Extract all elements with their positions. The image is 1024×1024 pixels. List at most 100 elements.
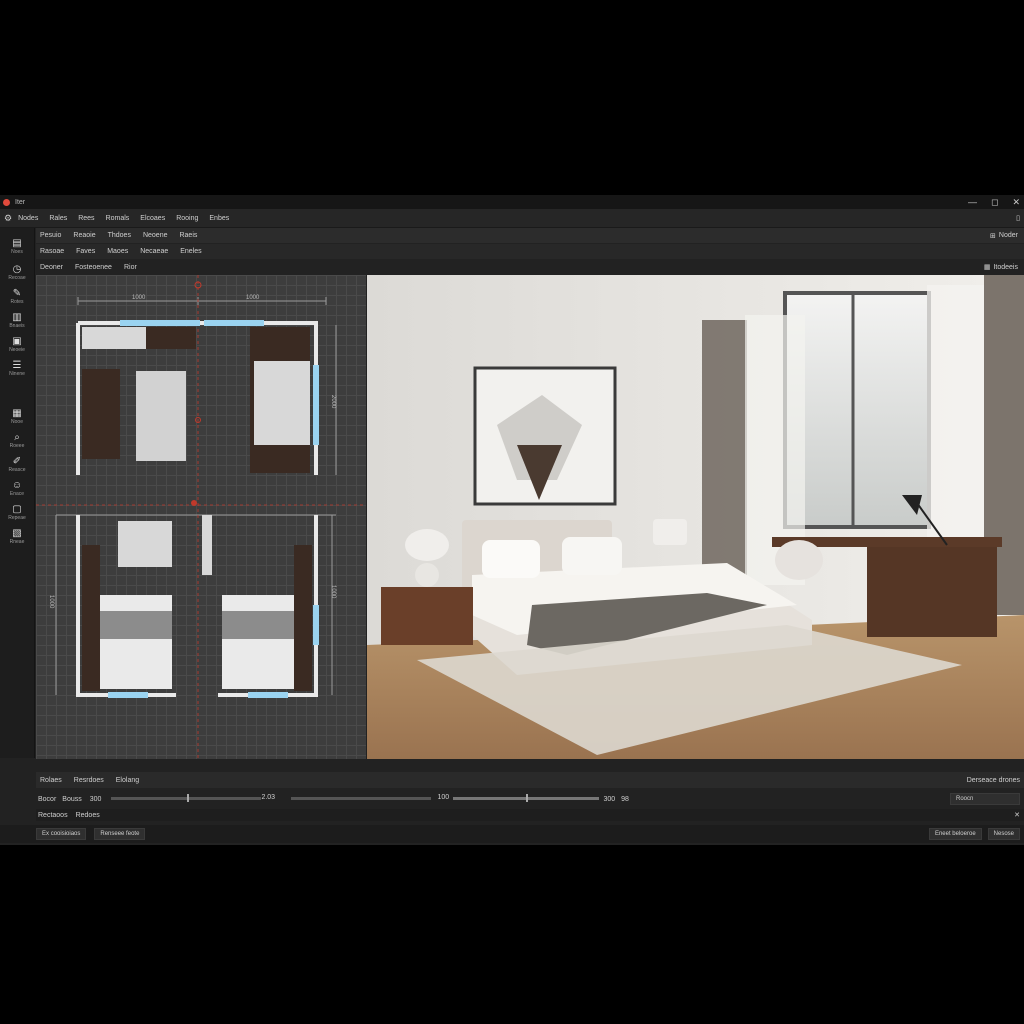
rail-label: Reasce — [8, 467, 26, 473]
slider-track-1 — [111, 797, 262, 800]
maximize-button[interactable]: ◻ — [991, 197, 998, 208]
bottom-tab-bar: Rolaes Resrdoes Elolang Derseace drones — [36, 772, 1024, 788]
dim-label-5: 1000 — [330, 585, 336, 599]
slider-value-2: 2.03 — [261, 794, 276, 801]
timeline-slider[interactable]: 2.03 100 — [101, 791, 600, 807]
layout-icon[interactable]: ⊞ — [990, 232, 996, 240]
toolbar2-item-2[interactable]: Maoes — [107, 248, 128, 255]
toolbar2-item-3[interactable]: Necaeae — [140, 248, 168, 255]
pivot-handle[interactable] — [191, 500, 197, 506]
grid-icon[interactable]: ▦ — [984, 263, 991, 271]
rail-label: Rotes — [10, 299, 24, 305]
window-top-1 — [120, 320, 200, 326]
lower-room — [76, 500, 319, 698]
rail-label: Repeae — [8, 515, 26, 521]
bottom-right-label[interactable]: Derseace drones — [967, 777, 1020, 784]
desk-drawers — [867, 547, 997, 637]
search-icon: ⌕ — [14, 432, 20, 443]
bed-right-blanket — [222, 611, 294, 639]
settings-icon[interactable]: ⚙ — [4, 213, 12, 224]
left-cabinet — [82, 545, 100, 691]
render-viewport[interactable] — [367, 275, 1024, 759]
rail-item-8[interactable]: ✐ Reasce — [2, 456, 32, 473]
menu-rooing[interactable]: Rooing — [176, 215, 198, 222]
status-mid-button[interactable]: Renseee feote — [94, 828, 146, 840]
rail-item-10[interactable]: ▢ Repeae — [2, 504, 32, 521]
slider-knob-1[interactable] — [187, 794, 190, 802]
table-block — [118, 521, 172, 567]
upper-room — [76, 281, 319, 475]
status-left-button[interactable]: Ex cooisioiaos — [36, 828, 87, 840]
toolbar3-item-1[interactable]: Fosteoenee — [75, 264, 112, 271]
rail-item-2[interactable]: ✎ Rotes — [2, 288, 32, 305]
window-bottom-1 — [108, 692, 148, 698]
menu-enbes[interactable]: Enbes — [209, 215, 229, 222]
rail-item-4[interactable]: ▣ Neoeie — [2, 336, 32, 353]
toolbar-tertiary: Deoner Fosteoenee Rior ▦ Itodeeis — [36, 260, 1024, 274]
dim-label-1: 1000 — [132, 295, 146, 301]
menu-bar: ⚙ Nodes Rales Rees Romals Elcoaes Rooing… — [0, 209, 1024, 228]
rail-item-6[interactable]: ▦ Nooe — [2, 408, 32, 425]
rail-item-5[interactable]: ☰ Ninene — [2, 360, 32, 377]
desk-chair — [775, 540, 823, 580]
window-bottom-2 — [248, 692, 288, 698]
slider-track-2 — [291, 797, 432, 800]
close-small-icon[interactable]: ✕ — [1014, 811, 1020, 819]
tag-icon: ▧ — [12, 528, 22, 539]
slider-label-a: Bocor — [38, 795, 57, 803]
toolbar1-item-2[interactable]: Thdoes — [108, 232, 131, 239]
rail-item-9[interactable]: ☺ Enace — [2, 480, 32, 497]
window-top-2 — [204, 320, 264, 326]
toolbar3-item-0[interactable]: Deoner — [40, 264, 63, 271]
bed-left — [100, 595, 172, 689]
bedroom-render — [367, 275, 1024, 759]
sub-row-label-a: Rectaoos — [38, 811, 68, 819]
rail-label: Nooe — [11, 419, 23, 425]
toolbar2-item-1[interactable]: Faves — [76, 248, 95, 255]
clock-icon: ◷ — [12, 264, 22, 275]
toolbar1-item-0[interactable]: Pesuio — [40, 232, 61, 239]
render-field[interactable]: Roocn — [950, 793, 1020, 805]
menu-rees[interactable]: Rees — [78, 215, 94, 222]
toolbar1-item-1[interactable]: Reaoie — [73, 232, 95, 239]
floor-plan-viewport[interactable]: 1000 1000 2000 1000 1000 — [36, 275, 366, 759]
rail-item-7[interactable]: ⌕ Roeee — [2, 432, 32, 449]
bottom-tab-0[interactable]: Rolaes — [40, 777, 62, 784]
status-right-button-2[interactable]: Nesose — [987, 828, 1020, 840]
toolbar2-item-0[interactable]: Rasoae — [40, 248, 64, 255]
toolbar3-item-2[interactable]: Rior — [124, 264, 137, 271]
rail-item-3[interactable]: ▥ Bnaeis — [2, 312, 32, 329]
toolbar1-item-3[interactable]: Neoene — [143, 232, 168, 239]
wardrobe-block — [82, 327, 146, 349]
app-window: Iter — ◻ ✕ ⚙ Nodes Rales Rees Romals Elc… — [0, 195, 1024, 845]
bottom-tab-1[interactable]: Resrdoes — [74, 777, 104, 784]
dim-label-2: 1000 — [246, 295, 260, 301]
rail-label: Bnaeis — [9, 323, 25, 329]
nightstand-left — [381, 587, 473, 645]
minimize-button[interactable]: — — [968, 197, 977, 207]
rail-item-1[interactable]: ◷ Recoae — [2, 264, 32, 281]
title-bar: Iter — ◻ ✕ — [0, 195, 1024, 209]
status-right-button-1[interactable]: Eneet beloeroe — [928, 828, 982, 840]
slider-knob-2[interactable] — [526, 794, 529, 802]
status-left-text: cooisioiaos — [50, 831, 81, 837]
app-icon — [3, 198, 10, 206]
menu-nodes[interactable]: Nodes — [18, 215, 38, 222]
menu-romals[interactable]: Romals — [106, 215, 130, 222]
toolbar1-item-4[interactable]: Raeis — [179, 232, 197, 239]
toolbar3-right-label[interactable]: Itodeeis — [993, 264, 1018, 271]
rail-label: Neoeie — [9, 347, 25, 353]
lamp-left-base — [415, 563, 439, 587]
rail-item-0[interactable]: ▤ Noes — [2, 238, 32, 255]
close-button[interactable]: ✕ — [1012, 197, 1020, 208]
toolbar2-item-4[interactable]: Eneles — [180, 248, 201, 255]
document-icon: ▢ — [12, 504, 22, 515]
status-bar: Ex cooisioiaos Renseee feote Eneet beloe… — [0, 825, 1024, 843]
menu-elcoaes[interactable]: Elcoaes — [140, 215, 165, 222]
dresser-block — [146, 327, 196, 349]
bottom-tab-2[interactable]: Elolang — [116, 777, 139, 784]
toolbar1-right-label[interactable]: Noder — [999, 232, 1018, 239]
rail-item-11[interactable]: ▧ Rneae — [2, 528, 32, 545]
panel-handle-icon[interactable]: ▯ — [1016, 214, 1020, 222]
menu-rales[interactable]: Rales — [49, 215, 67, 222]
